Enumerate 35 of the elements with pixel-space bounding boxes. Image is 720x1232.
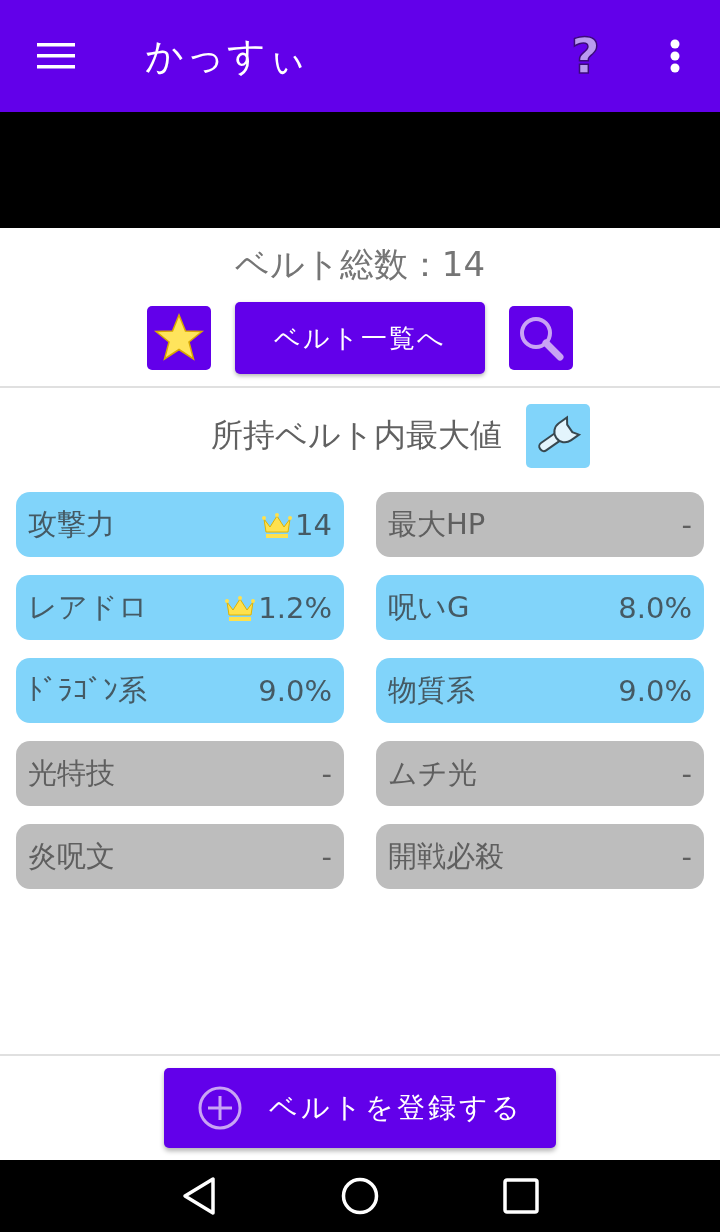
- stat-name: 物質系: [388, 671, 475, 709]
- stat-value: -: [681, 507, 692, 542]
- stat-value: -: [321, 839, 332, 874]
- stat-name: 最大HP: [388, 505, 486, 543]
- belt-list-button[interactable]: ベルト一覧へ: [235, 302, 485, 374]
- stat-name: ムチ光: [388, 754, 477, 792]
- stat-value: 8.0%: [618, 590, 692, 625]
- stat-value: -: [681, 756, 692, 791]
- menu-icon[interactable]: [37, 43, 75, 69]
- favorite-button[interactable]: [147, 306, 211, 370]
- stat-name: 開戦必殺: [388, 837, 504, 875]
- stat-value: 9.0%: [258, 673, 332, 708]
- home-icon[interactable]: [340, 1176, 380, 1216]
- stat-name: 炎呪文: [28, 837, 115, 875]
- back-icon[interactable]: [181, 1176, 218, 1216]
- stat-value: 1.2%: [258, 590, 332, 625]
- stat-value: 9.0%: [618, 673, 692, 708]
- app-title: かっすぃ: [145, 32, 310, 80]
- stat-name: 攻撃力: [28, 505, 115, 543]
- belt-total: ベルト総数：14: [233, 243, 487, 286]
- more-icon[interactable]: [670, 39, 680, 73]
- register-button[interactable]: ベルトを登録する: [164, 1068, 556, 1148]
- stat-name: ﾄﾞﾗｺﾞﾝ系: [28, 671, 147, 709]
- section-title: 所持ベルト内最大値: [210, 415, 502, 456]
- stat-value: -: [321, 756, 332, 791]
- stat-name: レアドロ: [28, 588, 148, 626]
- search-button[interactable]: [509, 306, 573, 370]
- stat-value: 14: [295, 507, 332, 542]
- stat-name: 呪いG: [388, 588, 470, 626]
- add-icon: [197, 1085, 243, 1131]
- stat-value: -: [681, 839, 692, 874]
- stat-name: 光特技: [28, 754, 115, 792]
- settings-button[interactable]: [525, 404, 590, 468]
- recents-icon[interactable]: [502, 1178, 539, 1214]
- star-icon: [153, 312, 205, 364]
